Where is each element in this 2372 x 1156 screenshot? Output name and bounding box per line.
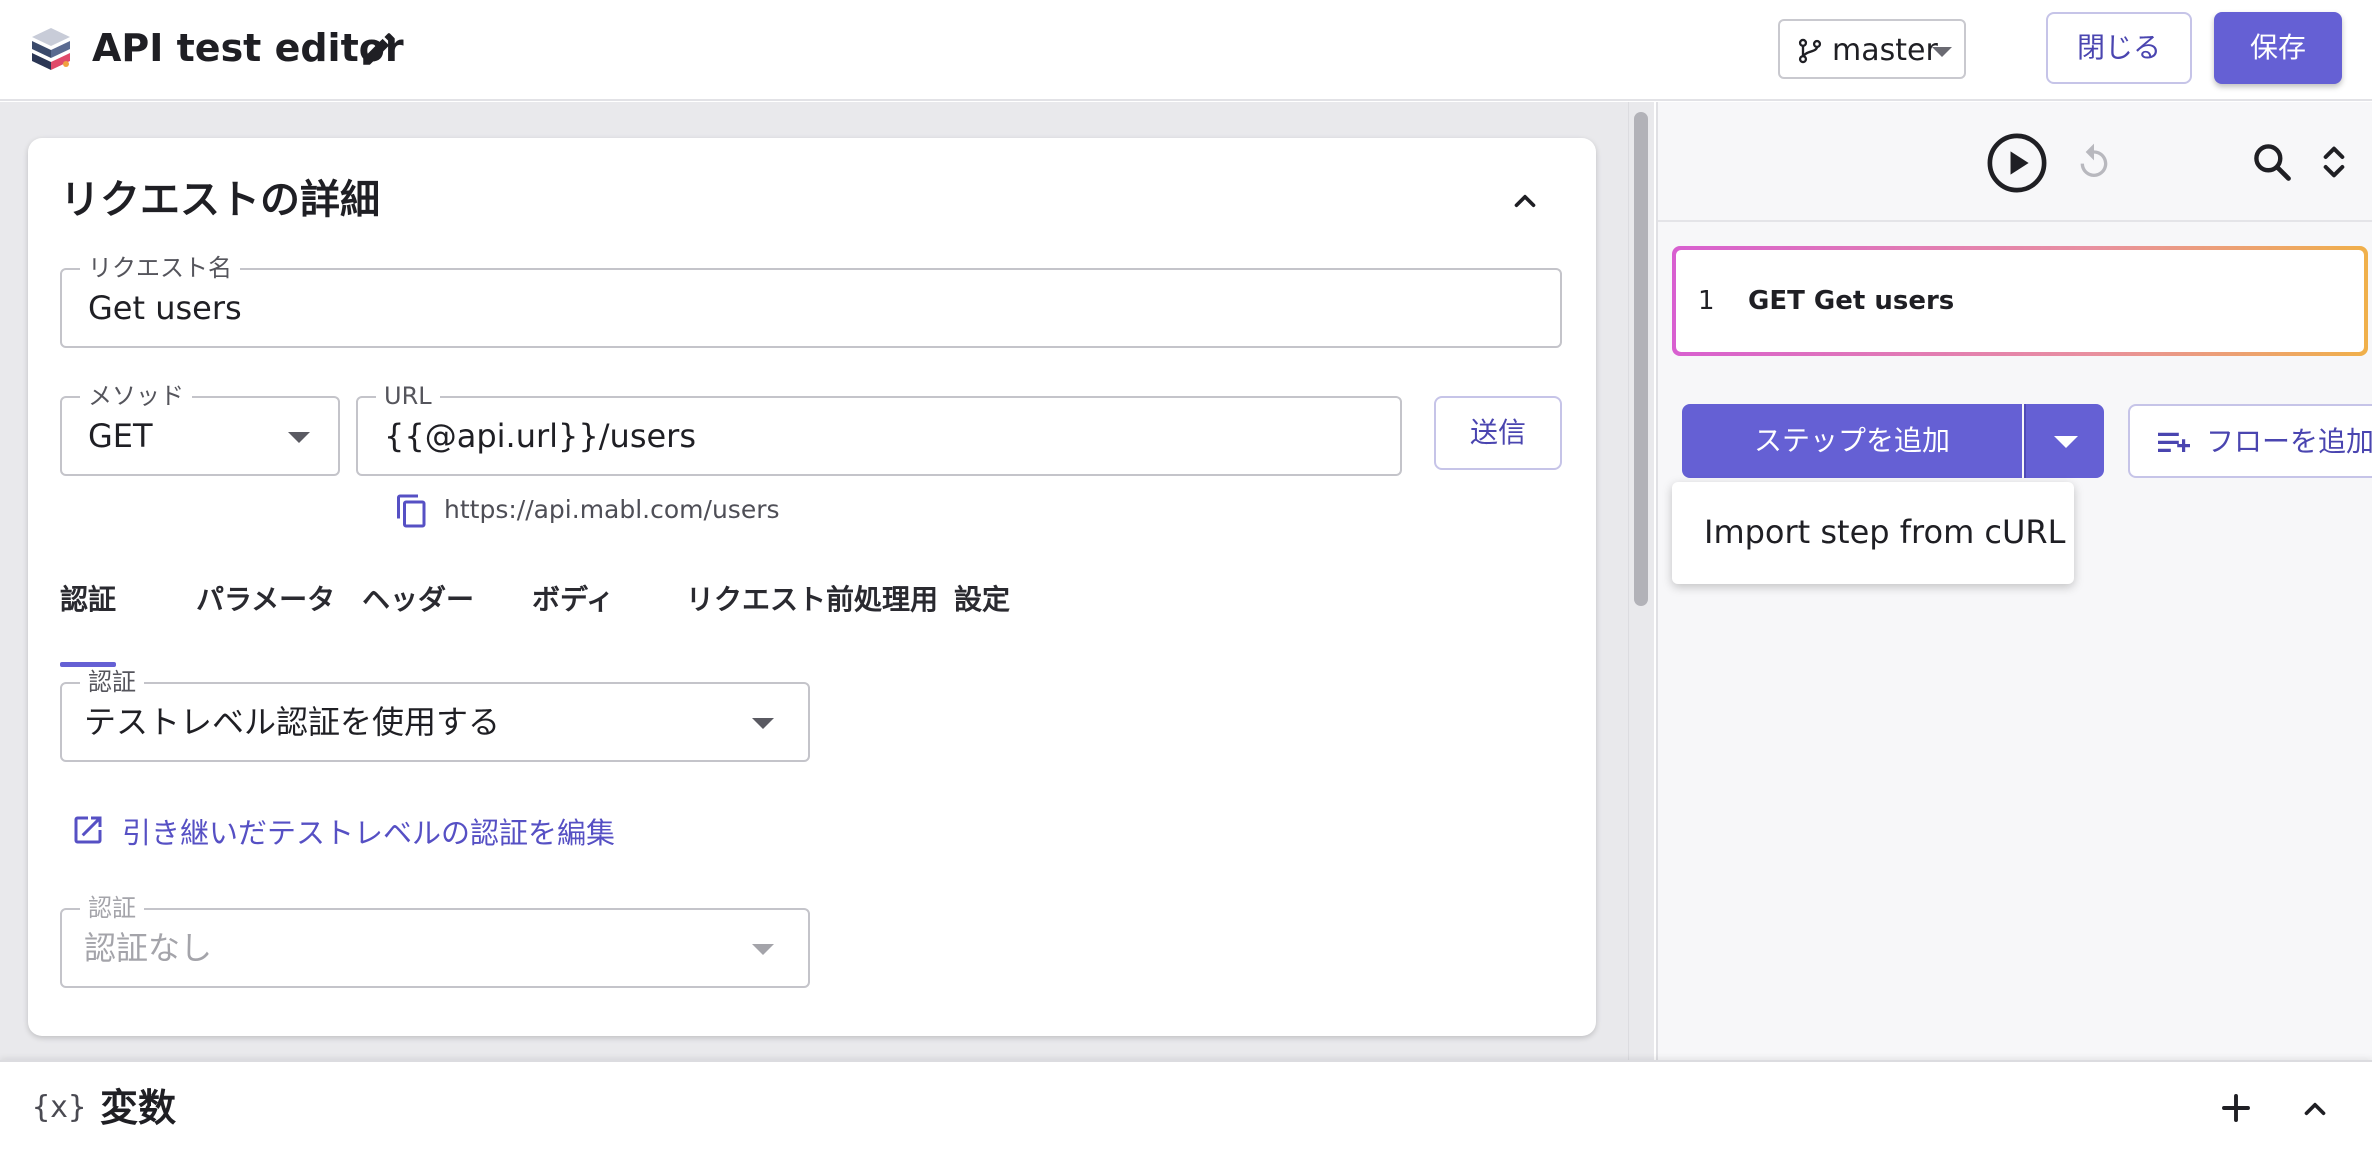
chevron-up-icon[interactable]	[1508, 184, 1542, 218]
tab-headers[interactable]: ヘッダー	[362, 578, 474, 622]
request-name-field[interactable]: リクエスト名 Get users	[60, 254, 1562, 348]
tab-settings[interactable]: 設定	[954, 578, 1010, 622]
chevron-down-icon	[1932, 47, 1952, 57]
play-icon[interactable]	[1986, 132, 2048, 194]
scrollbar-thumb[interactable]	[1634, 112, 1648, 606]
step-item[interactable]: 1 GET Get users	[1672, 246, 2368, 356]
reset-icon	[2080, 143, 2108, 177]
git-branch-icon	[1798, 38, 1822, 64]
close-button[interactable]: 閉じる	[2046, 12, 2192, 84]
add-variable-icon[interactable]	[2218, 1090, 2254, 1126]
chevron-down-icon	[288, 432, 310, 443]
chevron-down-icon	[2054, 436, 2078, 448]
request-name-label: リクエスト名	[80, 254, 240, 282]
branch-selector[interactable]: master	[1778, 19, 1966, 79]
url-label: URL	[376, 382, 440, 410]
app-header: API test editor master 閉じる 保存	[0, 0, 2372, 101]
save-button[interactable]: 保存	[2214, 12, 2342, 84]
add-flow-label: フローを追加	[2206, 425, 2372, 458]
auth-value: テストレベル認証を使用する	[84, 703, 501, 741]
inherited-auth-value: 認証なし	[84, 929, 213, 967]
chevron-down-icon	[752, 944, 774, 955]
import-curl-menu-item[interactable]: Import step from cURL	[1704, 510, 2065, 554]
inherited-auth-label: 認証	[80, 894, 144, 922]
request-details-title: リクエストの詳細	[60, 177, 380, 223]
unfold-more-icon[interactable]	[2314, 140, 2354, 184]
tab-body[interactable]: ボディ	[532, 578, 614, 622]
tab-auth[interactable]: 認証	[60, 578, 117, 667]
steps-toolbar	[1658, 102, 2372, 222]
add-step-button[interactable]: ステップを追加	[1682, 404, 2022, 478]
chevron-up-icon[interactable]	[2298, 1092, 2332, 1126]
chevron-down-icon	[752, 718, 774, 729]
add-flow-button[interactable]: フローを追加	[2128, 404, 2372, 478]
add-step-dropdown-button[interactable]	[2024, 404, 2104, 478]
step-label: GET Get users	[1748, 286, 1955, 316]
auth-label: 認証	[80, 668, 144, 696]
mabl-logo-icon	[32, 28, 70, 70]
page-title: API test editor	[92, 26, 404, 70]
request-tabs: 認証 パラメータ ヘッダー ボディ リクエスト前処理用 設定	[60, 578, 1562, 668]
add-step-menu: Import step from cURL	[1672, 482, 2074, 584]
playlist-add-icon	[2158, 432, 2190, 452]
step-item-body: 1 GET Get users	[1676, 250, 2364, 352]
auth-select[interactable]: 認証 テストレベル認証を使用する	[60, 668, 810, 762]
step-number: 1	[1698, 286, 1715, 316]
url-input[interactable]: URL {{@api.url}}/users	[356, 382, 1402, 476]
resolved-url-text: https://api.mabl.com/users	[444, 495, 780, 524]
edit-inherited-auth-text: 引き継いだテストレベルの認証を編集	[122, 816, 616, 850]
variable-icon: {x}	[32, 1090, 87, 1125]
open-in-new-icon	[74, 816, 102, 844]
method-select[interactable]: メソッド GET	[60, 382, 340, 476]
variables-title: 変数	[100, 1086, 177, 1130]
inherited-auth-select: 認証 認証なし	[60, 894, 810, 988]
request-name-value: Get users	[88, 289, 242, 327]
branch-name: master	[1832, 33, 1938, 68]
method-label: メソッド	[80, 382, 192, 410]
variables-panel: {x} 変数	[0, 1060, 2372, 1156]
search-icon[interactable]	[2250, 140, 2294, 184]
steps-pane: 1 GET Get users ステップを追加 フローを追加 Import st…	[1656, 102, 2372, 1060]
method-value: GET	[88, 417, 153, 455]
url-value: {{@api.url}}/users	[384, 417, 696, 455]
edit-title-pencil-icon[interactable]	[358, 28, 400, 70]
tab-params[interactable]: パラメータ	[196, 578, 335, 622]
send-button[interactable]: 送信	[1434, 396, 1562, 470]
tab-pre-request[interactable]: リクエスト前処理用	[686, 578, 938, 622]
copy-icon[interactable]	[394, 492, 430, 530]
request-details-card: リクエストの詳細 リクエスト名 Get users メソッド GET URL {…	[28, 138, 1596, 1036]
request-editor-pane: リクエストの詳細 リクエスト名 Get users メソッド GET URL {…	[0, 102, 1628, 1060]
